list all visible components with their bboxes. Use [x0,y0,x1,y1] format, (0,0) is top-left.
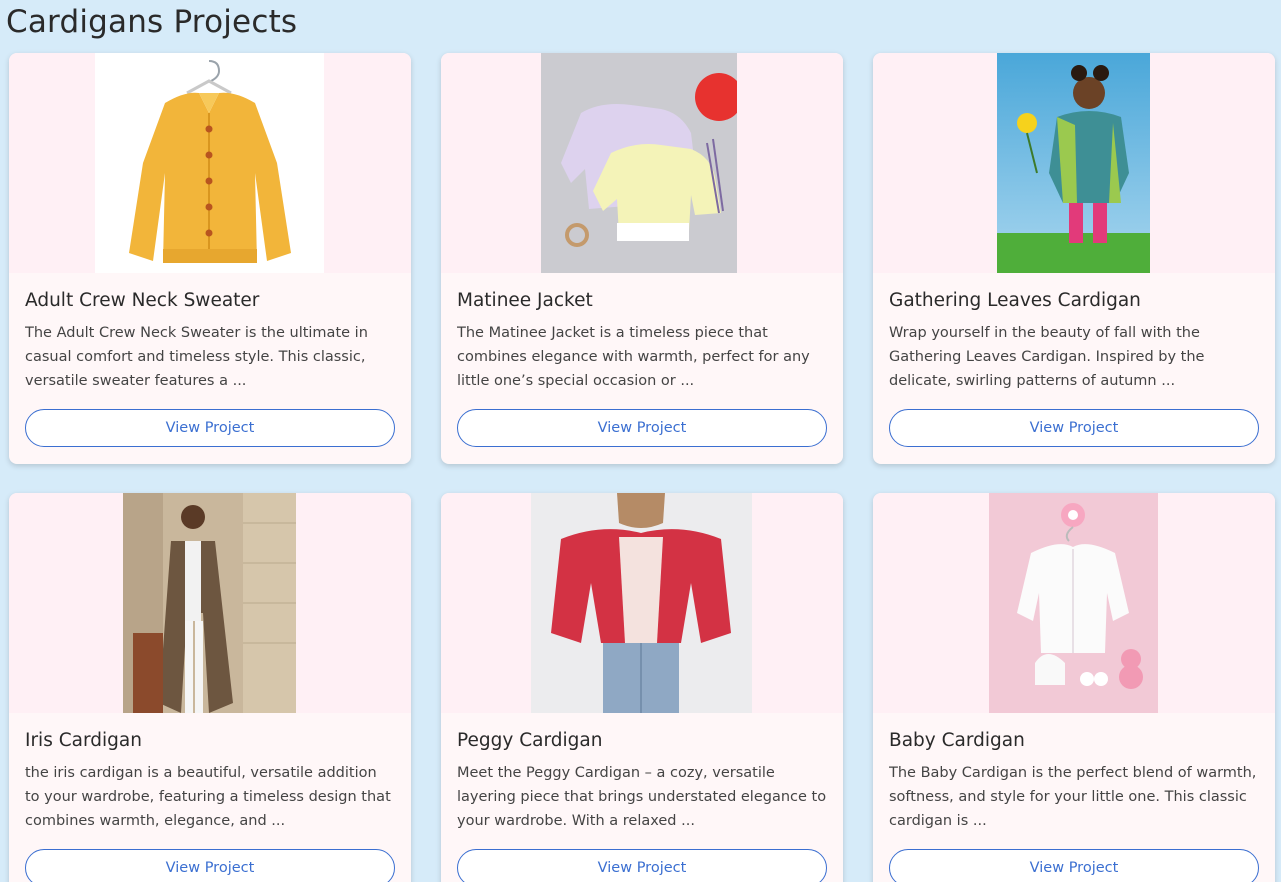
card-image-area [873,53,1275,273]
card-image-area [873,493,1275,713]
card-image-area [441,53,843,273]
card-title: Baby Cardigan [889,730,1025,751]
view-project-button[interactable]: View Project [457,409,827,447]
card-image-area [9,53,411,273]
project-card: Adult Crew Neck Sweater The Adult Crew N… [9,53,411,464]
card-description: the iris cardigan is a beautiful, versat… [25,765,391,829]
card-image-area [9,493,411,713]
project-card: Peggy Cardigan Meet the Peggy Cardigan –… [441,493,843,882]
yellow-cardigan-image[interactable] [95,53,324,273]
card-description: The Matinee Jacket is a timeless piece t… [457,325,810,389]
project-card: Gathering Leaves Cardigan Wrap yourself … [873,53,1275,464]
card-description: The Adult Crew Neck Sweater is the ultim… [25,325,368,389]
card-title: Adult Crew Neck Sweater [25,290,260,311]
gathering-leaves-image[interactable] [997,53,1150,273]
card-image-area [441,493,843,713]
peggy-cardigan-image[interactable] [531,493,752,713]
card-description: The Baby Cardigan is the perfect blend o… [889,765,1257,829]
page-title: Cardigans Projects [6,4,298,40]
view-project-button[interactable]: View Project [25,409,395,447]
matinee-jacket-image[interactable] [541,53,737,273]
iris-cardigan-image[interactable] [123,493,296,713]
card-title: Iris Cardigan [25,730,142,751]
card-description: Wrap yourself in the beauty of fall with… [889,325,1205,389]
baby-cardigan-image[interactable] [989,493,1158,713]
card-description: Meet the Peggy Cardigan – a cozy, versat… [457,765,827,829]
card-title: Peggy Cardigan [457,730,603,751]
view-project-button[interactable]: View Project [889,849,1259,882]
project-card: Matinee Jacket The Matinee Jacket is a t… [441,53,843,464]
card-title: Gathering Leaves Cardigan [889,290,1141,311]
view-project-button[interactable]: View Project [889,409,1259,447]
project-card: Baby Cardigan The Baby Cardigan is the p… [873,493,1275,882]
view-project-button[interactable]: View Project [25,849,395,882]
project-card: Iris Cardigan the iris cardigan is a bea… [9,493,411,882]
card-title: Matinee Jacket [457,290,593,311]
view-project-button[interactable]: View Project [457,849,827,882]
